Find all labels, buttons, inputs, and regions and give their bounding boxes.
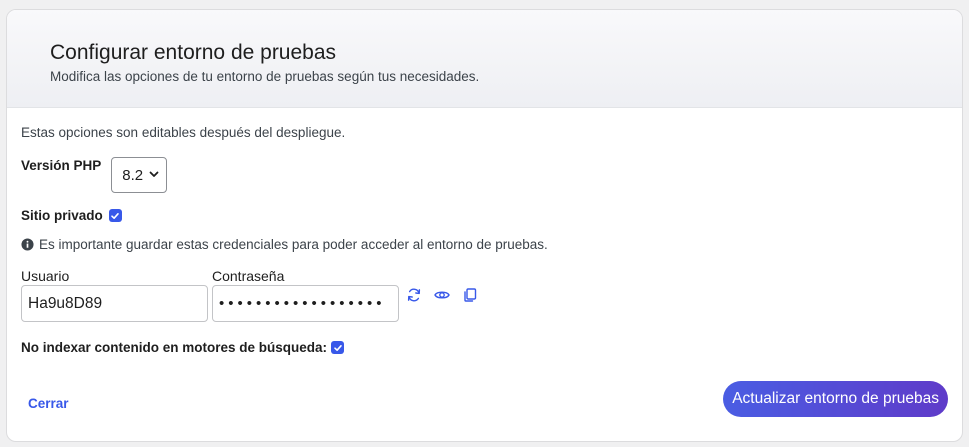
info-icon: [21, 238, 34, 251]
noindex-checkbox[interactable]: [331, 341, 345, 354]
credentials-notice: Es importante guardar estas credenciales…: [21, 237, 948, 252]
intro-text: Estas opciones son editables después del…: [21, 125, 346, 140]
private-site-label: Sitio privado: [21, 208, 103, 223]
check-icon: [333, 344, 342, 351]
noindex-row: No indexar contenido en motores de búsqu…: [21, 340, 948, 355]
modal-title: Configurar entorno de pruebas: [50, 41, 337, 64]
noindex-label: No indexar contenido en motores de búsqu…: [21, 340, 328, 355]
modal-subtitle: Modifica las opciones de tu entorno de p…: [50, 69, 480, 84]
modal-header: Configurar entorno de pruebas Modifica l…: [7, 10, 962, 108]
eye-icon[interactable]: [434, 287, 450, 303]
chevron-down-icon: [149, 171, 159, 177]
staging-settings-modal: Configurar entorno de pruebas Modifica l…: [6, 9, 963, 442]
credentials-notice-text: Es importante guardar estas credenciales…: [39, 237, 548, 252]
php-version-label: Versión PHP: [21, 158, 102, 173]
password-input[interactable]: ••••••••••••••••••: [212, 285, 399, 322]
close-button[interactable]: Cerrar: [28, 396, 69, 411]
password-tools: [406, 287, 490, 303]
php-version-row: Versión PHP 8.2: [21, 157, 948, 193]
refresh-icon[interactable]: [406, 287, 422, 303]
modal-body: Estas opciones son editables después del…: [7, 108, 962, 355]
password-label: Contraseña: [212, 268, 285, 284]
username-input[interactable]: Ha9u8D89: [21, 285, 208, 322]
modal-footer: Cerrar Actualizar entorno de pruebas: [7, 381, 962, 441]
credentials-row: Usuario Ha9u8D89 Contraseña ••••••••••••…: [21, 268, 948, 322]
php-version-value: 8.2: [122, 166, 144, 184]
private-site-checkbox[interactable]: [108, 209, 122, 222]
copy-icon[interactable]: [462, 287, 478, 303]
password-field-group: Contraseña ••••••••••••••••••: [208, 268, 399, 322]
username-field-group: Usuario Ha9u8D89: [21, 268, 208, 322]
username-label: Usuario: [21, 268, 70, 284]
private-site-row: Sitio privado: [21, 208, 948, 223]
update-staging-button[interactable]: Actualizar entorno de pruebas: [723, 381, 948, 417]
php-version-select[interactable]: 8.2: [111, 157, 168, 193]
check-icon: [111, 212, 120, 219]
